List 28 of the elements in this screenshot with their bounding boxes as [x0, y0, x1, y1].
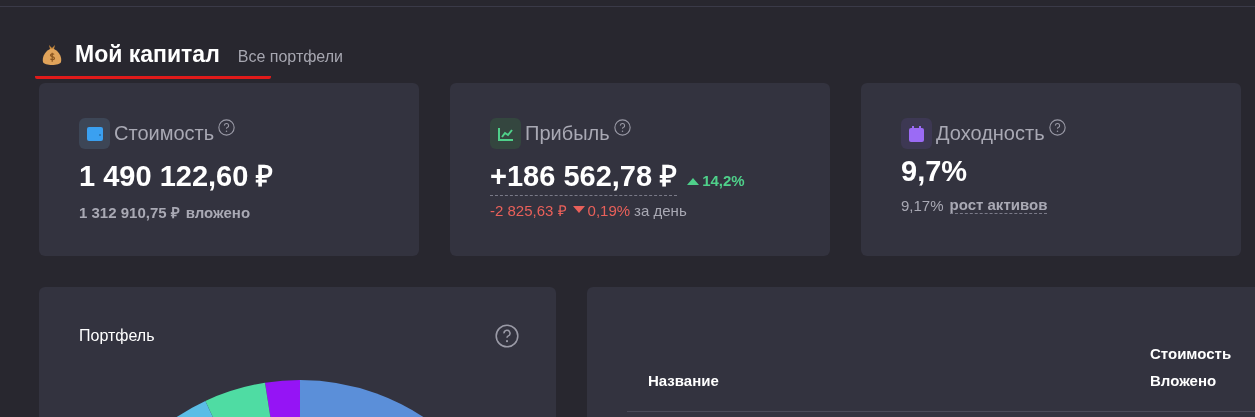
column-header[interactable]: Вложено [1150, 372, 1232, 389]
metric-title: Стоимость [114, 121, 215, 146]
help-icon[interactable] [1048, 119, 1066, 136]
help-icon[interactable] [218, 119, 236, 136]
column-header[interactable]: Стоимость [1150, 345, 1232, 362]
note-label: вложено [185, 203, 251, 221]
money-bag-icon [41, 42, 63, 67]
panel-title: Портфель [79, 327, 155, 345]
note-value: 1 312 910,75 ₽ [79, 203, 180, 222]
metric-title: Доходность [936, 121, 1045, 146]
column-header[interactable]: Название [648, 372, 719, 389]
page-title: Мой капитал [41, 41, 220, 68]
chart-line-icon [497, 126, 514, 141]
help-icon[interactable] [613, 119, 631, 136]
growth-link[interactable]: рост активов [949, 196, 1048, 214]
note-value: 9,17% [901, 196, 944, 214]
help-icon[interactable] [495, 324, 519, 348]
portfolio-selector[interactable]: Все портфели [237, 48, 343, 68]
metric-title: Прибыль [525, 121, 610, 146]
wallet-icon [86, 126, 103, 141]
change-percent: 14,2% [702, 172, 745, 189]
metric-value: 1 490 122,60 ₽ [79, 159, 274, 194]
metric-value: +186 562,78 ₽ [490, 155, 678, 194]
day-label: за день [634, 201, 687, 219]
day-change-value: -2 825,63 ₽ [490, 201, 567, 220]
calendar-icon [909, 125, 924, 142]
day-change-percent: 0,19% [587, 201, 631, 219]
metric-value: 9,7% [901, 155, 968, 188]
